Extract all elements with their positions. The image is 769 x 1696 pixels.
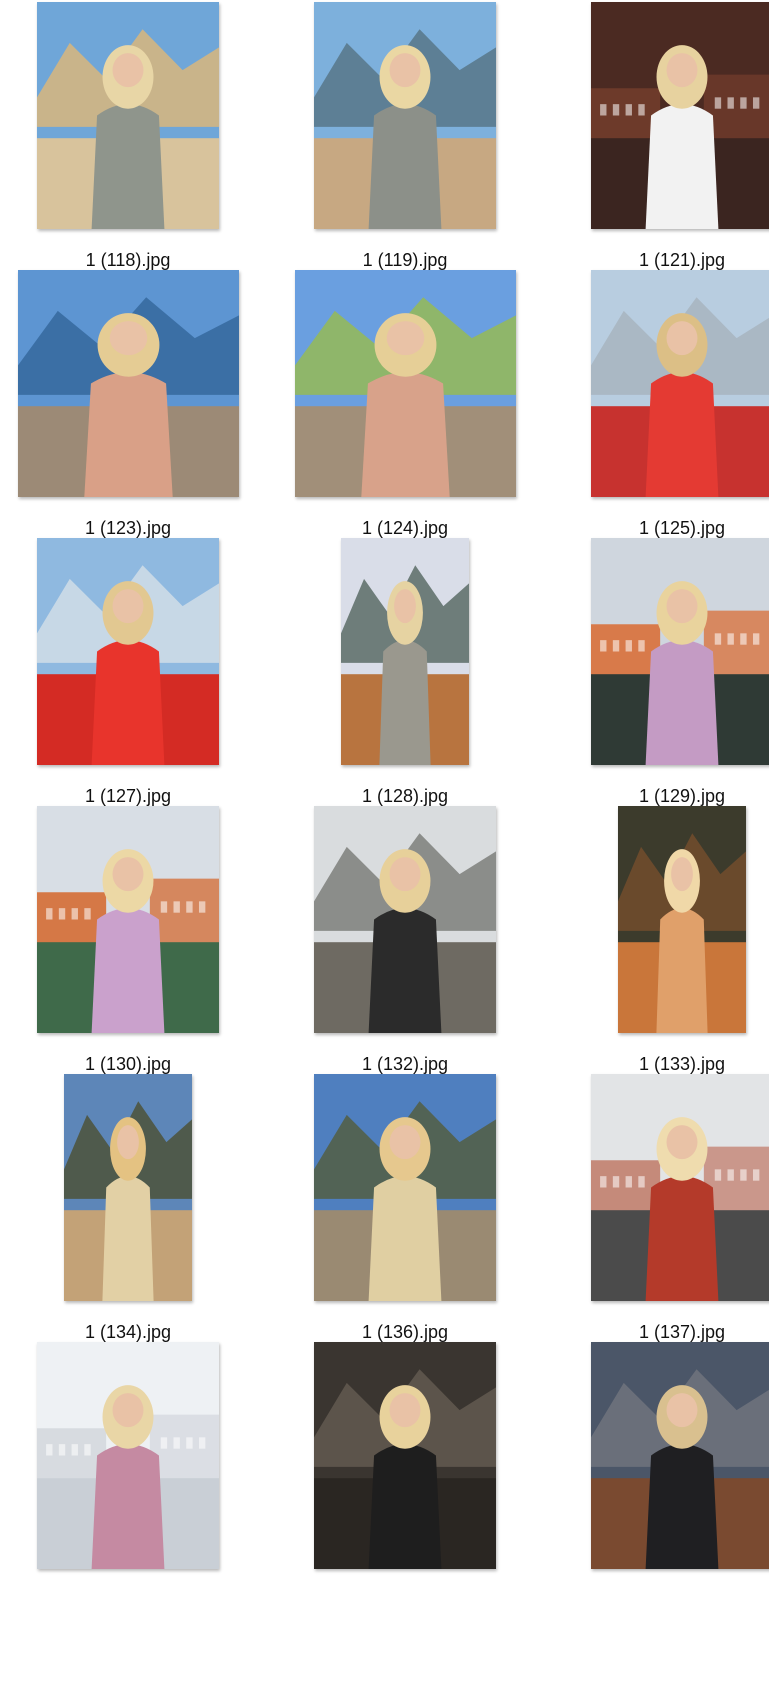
file-tile[interactable]: 1 (132).jpg	[277, 804, 533, 1074]
image-thumbnail[interactable]	[314, 2, 496, 229]
image-thumbnail[interactable]	[314, 1342, 496, 1569]
file-tile[interactable]: 1 (118).jpg	[0, 0, 256, 270]
file-tile[interactable]: 1 (133).jpg	[554, 804, 769, 1074]
thumbnail-area	[554, 0, 769, 245]
file-tile[interactable]: 1 (125).jpg	[554, 268, 769, 538]
thumbnail-area	[554, 1072, 769, 1317]
thumbnail-area	[554, 268, 769, 513]
file-tile[interactable]: 1 (130).jpg	[0, 804, 256, 1074]
thumbnail-area	[277, 0, 533, 245]
image-thumbnail[interactable]	[37, 806, 219, 1033]
image-thumbnail[interactable]	[314, 806, 496, 1033]
photo-preview-image	[591, 2, 769, 229]
thumbnail-area	[554, 536, 769, 781]
thumbnail-area	[0, 0, 256, 245]
image-thumbnail[interactable]	[591, 2, 769, 229]
file-tile[interactable]	[277, 1340, 533, 1608]
thumbnail-area	[0, 804, 256, 1049]
thumbnail-area	[554, 804, 769, 1049]
image-thumbnail[interactable]	[591, 1342, 769, 1569]
image-thumbnail[interactable]	[295, 270, 516, 497]
photo-preview-image	[341, 538, 469, 765]
photo-preview-image	[37, 538, 219, 765]
thumbnail-area	[277, 1340, 533, 1585]
image-thumbnail[interactable]	[591, 538, 769, 765]
file-tile[interactable]: 1 (129).jpg	[554, 536, 769, 806]
file-tile[interactable]: 1 (121).jpg	[554, 0, 769, 270]
file-tile[interactable]: 1 (124).jpg	[277, 268, 533, 538]
file-tile[interactable]	[0, 1340, 256, 1608]
photo-preview-image	[591, 270, 769, 497]
file-thumbnail-grid: 1 (118).jpg 1 (119).jpg 1 (121).jpg 1 (123)…	[0, 0, 769, 1696]
file-tile[interactable]: 1 (137).jpg	[554, 1072, 769, 1342]
photo-preview-image	[64, 1074, 192, 1301]
image-thumbnail[interactable]	[37, 1342, 219, 1569]
image-thumbnail[interactable]	[591, 270, 769, 497]
photo-preview-image	[37, 1342, 219, 1569]
thumbnail-area	[277, 536, 533, 781]
photo-preview-image	[314, 806, 496, 1033]
image-thumbnail[interactable]	[37, 538, 219, 765]
thumbnail-area	[0, 268, 256, 513]
photo-preview-image	[591, 1342, 769, 1569]
photo-preview-image	[295, 270, 516, 497]
file-tile[interactable]: 1 (123).jpg	[0, 268, 256, 538]
photo-preview-image	[314, 1342, 496, 1569]
image-thumbnail[interactable]	[64, 1074, 192, 1301]
photo-preview-image	[37, 2, 219, 229]
image-thumbnail[interactable]	[591, 1074, 769, 1301]
thumbnail-area	[277, 268, 533, 513]
photo-preview-image	[591, 538, 769, 765]
thumbnail-area	[0, 1340, 256, 1585]
thumbnail-area	[0, 536, 256, 781]
photo-preview-image	[591, 1074, 769, 1301]
file-tile[interactable]	[554, 1340, 769, 1608]
photo-preview-image	[618, 806, 746, 1033]
file-tile[interactable]: 1 (136).jpg	[277, 1072, 533, 1342]
image-thumbnail[interactable]	[341, 538, 469, 765]
file-tile[interactable]: 1 (128).jpg	[277, 536, 533, 806]
image-thumbnail[interactable]	[18, 270, 239, 497]
thumbnail-area	[277, 804, 533, 1049]
file-tile[interactable]: 1 (127).jpg	[0, 536, 256, 806]
photo-preview-image	[18, 270, 239, 497]
image-thumbnail[interactable]	[37, 2, 219, 229]
photo-preview-image	[314, 2, 496, 229]
thumbnail-area	[0, 1072, 256, 1317]
image-thumbnail[interactable]	[314, 1074, 496, 1301]
photo-preview-image	[37, 806, 219, 1033]
image-thumbnail[interactable]	[618, 806, 746, 1033]
file-tile[interactable]: 1 (134).jpg	[0, 1072, 256, 1342]
file-tile[interactable]: 1 (119).jpg	[277, 0, 533, 270]
thumbnail-area	[277, 1072, 533, 1317]
thumbnail-area	[554, 1340, 769, 1585]
photo-preview-image	[314, 1074, 496, 1301]
